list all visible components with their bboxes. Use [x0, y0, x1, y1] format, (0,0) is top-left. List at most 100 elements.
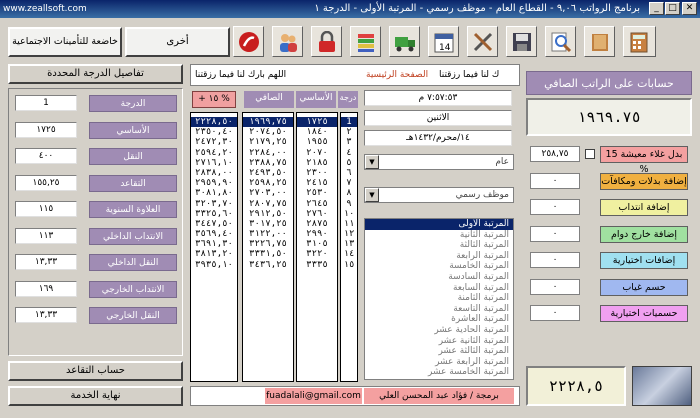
minimize-button[interactable]: _ — [649, 2, 664, 15]
chevron-down-icon[interactable]: ▼ — [365, 155, 379, 169]
title-bar: www.zeallsoft.com برنامج الرواتب ٩,٠٦ - … — [0, 0, 700, 18]
rank-list-item[interactable]: المرتبة الخامسة — [365, 261, 513, 272]
column-cell: ٢٢٨٤,٠٠ — [249, 147, 287, 158]
rank-list-item[interactable]: المرتبة الرابعة عشر — [365, 357, 513, 368]
help-icon[interactable] — [233, 26, 264, 57]
grade-field-label: النقل — [89, 148, 177, 165]
rank-list-item[interactable]: المرتبة الثالثة — [365, 240, 513, 251]
column-cell: ٣٣٣٥ — [306, 259, 328, 270]
grade-field-value[interactable]: ١٣,٣٣ — [15, 307, 77, 323]
net-calc-option-value[interactable]: ٠ — [530, 305, 580, 321]
final-total-display: ٢٢٢٨,٥ — [526, 366, 626, 406]
rank-list-item[interactable]: المرتبة الرابعة — [365, 251, 513, 262]
grade-field-value[interactable]: 1 — [15, 95, 77, 111]
grade-field-value[interactable]: ١٦٩ — [15, 280, 77, 297]
truck-icon[interactable] — [389, 26, 420, 57]
column-cell: ٣٢٢٠ — [306, 249, 328, 260]
calculator-icon[interactable] — [623, 26, 656, 57]
retirement-calc-button[interactable]: حساب التقاعد — [8, 361, 183, 381]
rank-list-item[interactable]: المرتبة التاسعة — [365, 304, 513, 315]
net-calc-option-button[interactable]: إضافة خارج دوام — [600, 225, 688, 243]
rank-list-item[interactable]: المرتبة الثانية — [365, 230, 513, 241]
subject-social-insurance-label[interactable]: خاضعة للتأمينات الاجتماعية — [8, 27, 122, 57]
column-cell: ٣٨١٣,٢٠ — [195, 249, 233, 260]
users-icon[interactable] — [272, 26, 303, 57]
grade-field-row: ١١٣ الانتداب الداخلي — [15, 227, 177, 246]
book-icon[interactable] — [584, 26, 615, 57]
chevron-down-icon[interactable]: ▼ — [365, 188, 379, 202]
marquee-main-page: الصفحة الرئيسية — [366, 70, 429, 80]
lock-icon[interactable] — [311, 26, 342, 57]
column-cell: ١٩٦٩,٧٥ — [243, 117, 293, 128]
grade-field-row: 1 الدرجة — [15, 95, 177, 113]
column-cell: ٣٢٢٦,٧٥ — [249, 239, 287, 250]
save-icon[interactable] — [506, 26, 537, 57]
time-display: ٧:٥٧:٥٣ م — [364, 90, 512, 106]
grade-field-value[interactable]: ١١٣ — [15, 227, 77, 244]
files-icon[interactable] — [350, 26, 381, 57]
plus-15-button[interactable]: + ١٥ % — [192, 91, 236, 108]
grade-details-button[interactable]: تفاصيل الدرجة المحددة — [8, 64, 183, 84]
right-spacer-panel — [526, 320, 692, 360]
rank-list-item[interactable]: المرتبة الأولى — [365, 219, 513, 230]
credit-label: برمجة / فؤاد عبد المحسن العلي — [364, 388, 514, 404]
rank-list-item[interactable]: المرتبة الثانية عشر — [365, 336, 513, 347]
maximize-button[interactable]: □ — [665, 2, 680, 15]
net-calc-option-button[interactable]: حسم غياب — [600, 278, 688, 296]
grade-details-panel: 1 الدرجة ١٧٢٥ الأساسي ٤٠٠ النقل ١٥٥,٢٥ التقاعد ١… — [8, 88, 183, 356]
rank-list-item[interactable]: المرتبة الحادية عشر — [365, 325, 513, 336]
net-calc-option-value[interactable]: ٢٥٨,٧٥ — [530, 146, 580, 162]
grade-field-row: ١٥٥,٢٥ التقاعد — [15, 174, 177, 193]
net-calc-option-button[interactable]: بدل غلاء معيشة 15 % — [600, 146, 688, 175]
net-calc-option-button[interactable]: إضافة بدلات ومكافآت — [600, 172, 688, 190]
rank-list-item[interactable]: المرتبة الثامنة — [365, 293, 513, 304]
calendar-icon[interactable]: 14 — [428, 26, 459, 57]
column-cell: ٣١٠٥ — [306, 239, 328, 250]
grade-field-value[interactable]: ٤٠٠ — [15, 148, 77, 164]
marquee-bar: اللهم بارك لنا فيما رزقتنا الصفحة الرئيس… — [190, 64, 520, 86]
column-cell: ٣٢٠٣,٧٠ — [195, 198, 233, 209]
column-cell: ١٣ — [343, 239, 355, 250]
net-calc-option-value[interactable]: ٠ — [530, 172, 580, 189]
sector-select[interactable]: عام ▼ — [364, 154, 514, 170]
end-of-service-button[interactable]: نهاية الخدمة — [8, 386, 183, 406]
close-button[interactable]: ✕ — [682, 2, 697, 15]
column-cell: ٣١٢٢,٠٠ — [249, 229, 287, 240]
net-calc-option-value[interactable]: ٠ — [530, 252, 580, 268]
other-button[interactable]: أخرى — [125, 27, 230, 57]
net-calc-option-value[interactable]: ٠ — [530, 199, 580, 215]
grade-field-value[interactable]: ١١٥ — [15, 201, 77, 217]
date-display: ١٤/محرم/١٤٣٢هـ — [364, 130, 512, 146]
column-cell: ٣٠١٧,٢٥ — [249, 218, 287, 229]
net-calc-option-button[interactable]: إضافات اختيارية — [600, 252, 688, 269]
net-column[interactable]: ١٩٦٩,٧٥ ٢٠٧٤,٥٠ ٢١٧٩,٢٥ ٢٢٨٤,٠٠ ٢٣٨٨,٧٥ ٢٤٩٣,… — [242, 112, 294, 382]
grade-header: درجة — [338, 91, 358, 108]
column-cell: ١٩٥٥ — [306, 137, 328, 148]
net-calc-option-value[interactable]: ٠ — [530, 225, 580, 242]
marquee-tail: ك لنا فيما رزقتنا — [439, 70, 500, 80]
net-calc-option-value[interactable]: ٠ — [530, 278, 580, 295]
column-cell: 1 — [341, 117, 357, 128]
grade-field-label: النقل الداخلي — [89, 254, 177, 271]
employee-type-select[interactable]: موظف رسمي ▼ — [364, 187, 514, 203]
rank-list-item[interactable]: المرتبة السادسة — [365, 272, 513, 283]
net-calc-option-button[interactable]: إضافة انتداب — [600, 199, 688, 216]
grade-field-label: الانتداب الخارجي — [89, 280, 177, 298]
plus-15-column[interactable]: ٢٢٢٨,٥٠ ٢٣٥٠,٤٠ ٢٤٧٢,٣٠ ٢٥٩٤,٢٠ ٢٧١٦,١٠ ٢٨٣٨,… — [190, 112, 238, 382]
grade-field-value[interactable]: ١٣,٣٣ — [15, 254, 77, 270]
grade-field-label: الأساسي — [89, 121, 177, 139]
rank-list-item[interactable]: المرتبة الثالثة عشر — [365, 346, 513, 357]
rank-list[interactable]: المرتبة الأولى المرتبة الثانية المرتبة الث… — [364, 218, 514, 380]
grade-field-label: الدرجة — [89, 95, 177, 112]
search-icon[interactable] — [545, 26, 576, 57]
grade-field-value[interactable]: ١٧٢٥ — [15, 121, 77, 138]
grade-field-value[interactable]: ١٥٥,٢٥ — [15, 174, 77, 191]
rank-list-item[interactable]: المرتبة العاشرة — [365, 314, 513, 325]
rank-list-item[interactable]: المرتبة السابعة — [365, 283, 513, 294]
column-cell: ٢٨٣٨,٠٠ — [195, 167, 233, 178]
grade-column[interactable]: 1 ٢ ٣ ٤ ٥ ٦ ٧ ٨ ٩ ١٠ ١١ ١٢ ١٣ ١٤ ١٥ — [340, 112, 358, 382]
rank-list-item[interactable]: المرتبة الخامسة عشر — [365, 367, 513, 378]
cost-of-living-checkbox[interactable] — [585, 149, 595, 159]
tools-icon[interactable] — [467, 26, 498, 57]
basic-column[interactable]: ١٧٢٥ ١٨٤٠ ١٩٥٥ ٢٠٧٠ ٢١٨٥ ٢٣٠٠ ٢٤١٥ ٢٥٣٠ ٢٦٤٥ ٢٧٦٠… — [296, 112, 338, 382]
